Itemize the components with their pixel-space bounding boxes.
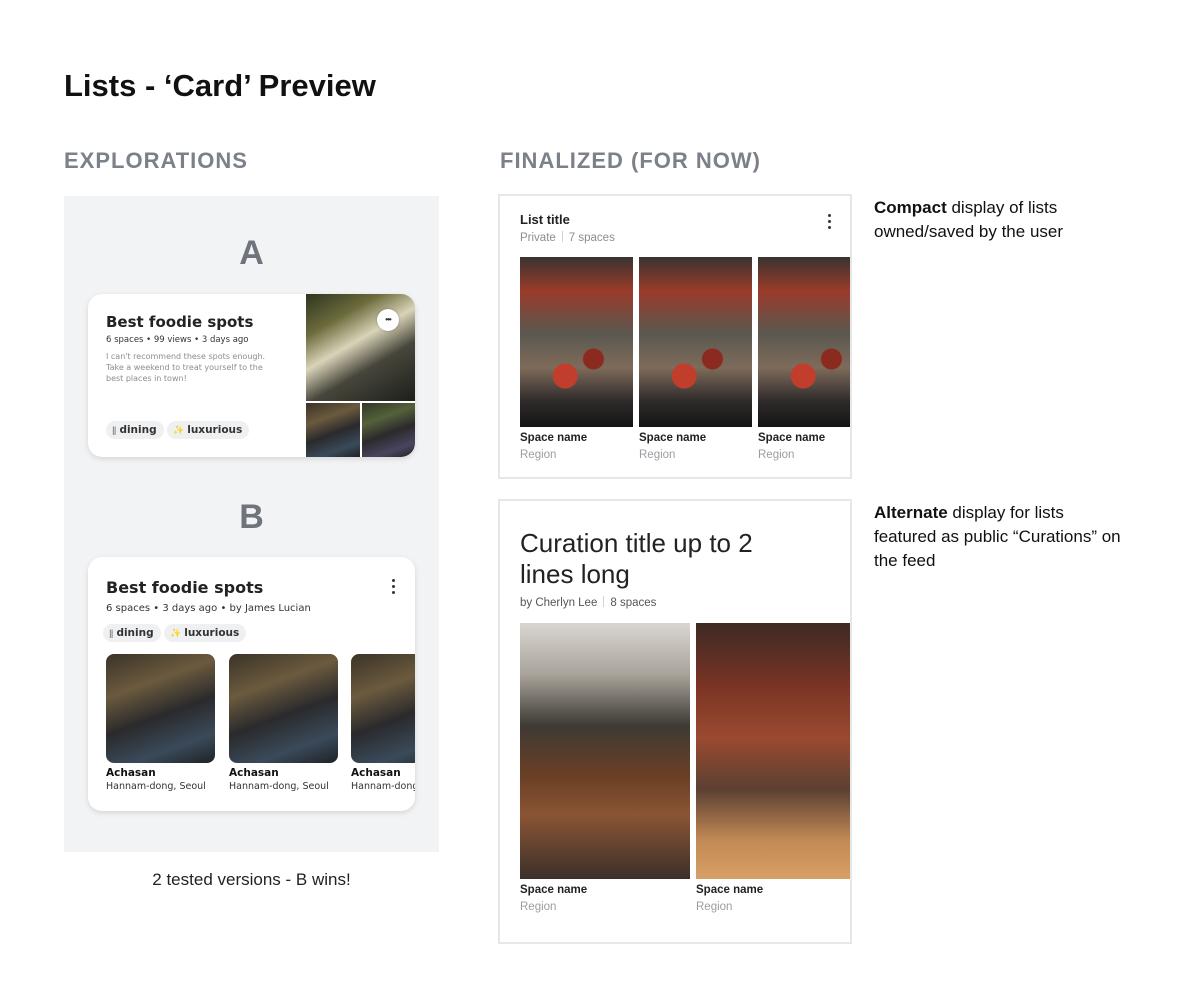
finalized-heading: FINALIZED (FOR NOW) [500,148,761,173]
tag-dining[interactable]: ǁ dining [106,421,164,439]
space-region: Region [696,901,733,913]
card-a-main-photo [306,294,415,401]
sparkles-icon: ✨ [170,629,182,639]
fork-knife-icon: ǁ [112,426,117,436]
card-version-a[interactable]: Best foodie spots 6 spaces • 99 views • … [88,294,415,457]
tag-dining[interactable]: ǁ dining [103,624,161,642]
space-region: Region [520,901,557,913]
card-a-meta: 6 spaces • 99 views • 3 days ago [106,335,249,345]
version-a-label: A [239,234,264,272]
card-a-title: Best foodie spots [106,313,254,331]
space-name: Achasan [229,767,279,779]
space-name: Space name [639,432,707,444]
kebab-icon [825,214,833,229]
space-photo[interactable] [758,257,850,427]
curation-title: Curation title up to 2 lines long [520,528,753,589]
curation-card[interactable]: Curation title up to 2 lines long by Che… [498,499,852,944]
card-b-meta: 6 spaces • 3 days ago • by James Lucian [106,603,311,614]
version-b-label: B [239,498,264,536]
space-photo[interactable] [106,654,215,763]
space-name: Achasan [106,767,156,779]
list-meta: Private 7 spaces [520,231,615,244]
sparkles-icon: ✨ [173,426,185,436]
space-photo[interactable] [520,257,633,427]
space-photo[interactable] [351,654,415,763]
explorations-caption: 2 tested versions - B wins! [152,870,351,889]
page-title: Lists - ‘Card’ Preview [64,68,376,103]
curation-meta: by Cherlyn Lee 8 spaces [520,596,657,609]
explorations-panel: A Best foodie spots 6 spaces • 99 views … [64,196,439,852]
space-photo[interactable] [696,623,850,879]
space-name: Space name [758,432,826,444]
fork-knife-icon: ǁ [109,629,114,639]
tag-luxurious[interactable]: ✨ luxurious [164,624,247,642]
space-name: Space name [520,884,588,896]
space-name: Space name [696,884,764,896]
compact-note: Compact display of lists owned/saved by … [874,198,1064,241]
space-region: Region [639,449,676,461]
more-options-button[interactable] [825,214,833,229]
space-region: Region [520,449,557,461]
space-photo[interactable] [520,623,690,879]
card-b-title: Best foodie spots [106,578,264,597]
space-photo[interactable] [229,654,338,763]
list-title: List title [520,212,570,227]
space-location: Hannam-dong, Seoul [106,781,206,792]
card-a-thumb-photo [306,403,360,457]
explorations-heading: EXPLORATIONS [64,148,248,173]
space-location: Hannam-dong, Seoul [229,781,329,792]
card-version-b[interactable]: Best foodie spots 6 spaces • 3 days ago … [88,557,415,811]
card-a-thumb-photo [362,403,415,457]
compact-list-card[interactable]: List title Private 7 spaces Space name Re… [498,194,852,479]
space-name: Achasan [351,767,401,779]
space-location: Hannam-dong, Seoul [351,781,415,792]
space-region: Region [758,449,795,461]
alternate-note: Alternate display for lists featured as … [874,503,1121,570]
tag-luxurious[interactable]: ✨ luxurious [167,421,250,439]
kebab-icon [389,579,397,594]
card-a-description: I can't recommend these spots enough. Ta… [106,352,266,383]
more-options-button[interactable] [389,579,397,594]
more-options-button[interactable]: ••• [377,309,399,331]
space-photo[interactable] [639,257,752,427]
space-name: Space name [520,432,588,444]
